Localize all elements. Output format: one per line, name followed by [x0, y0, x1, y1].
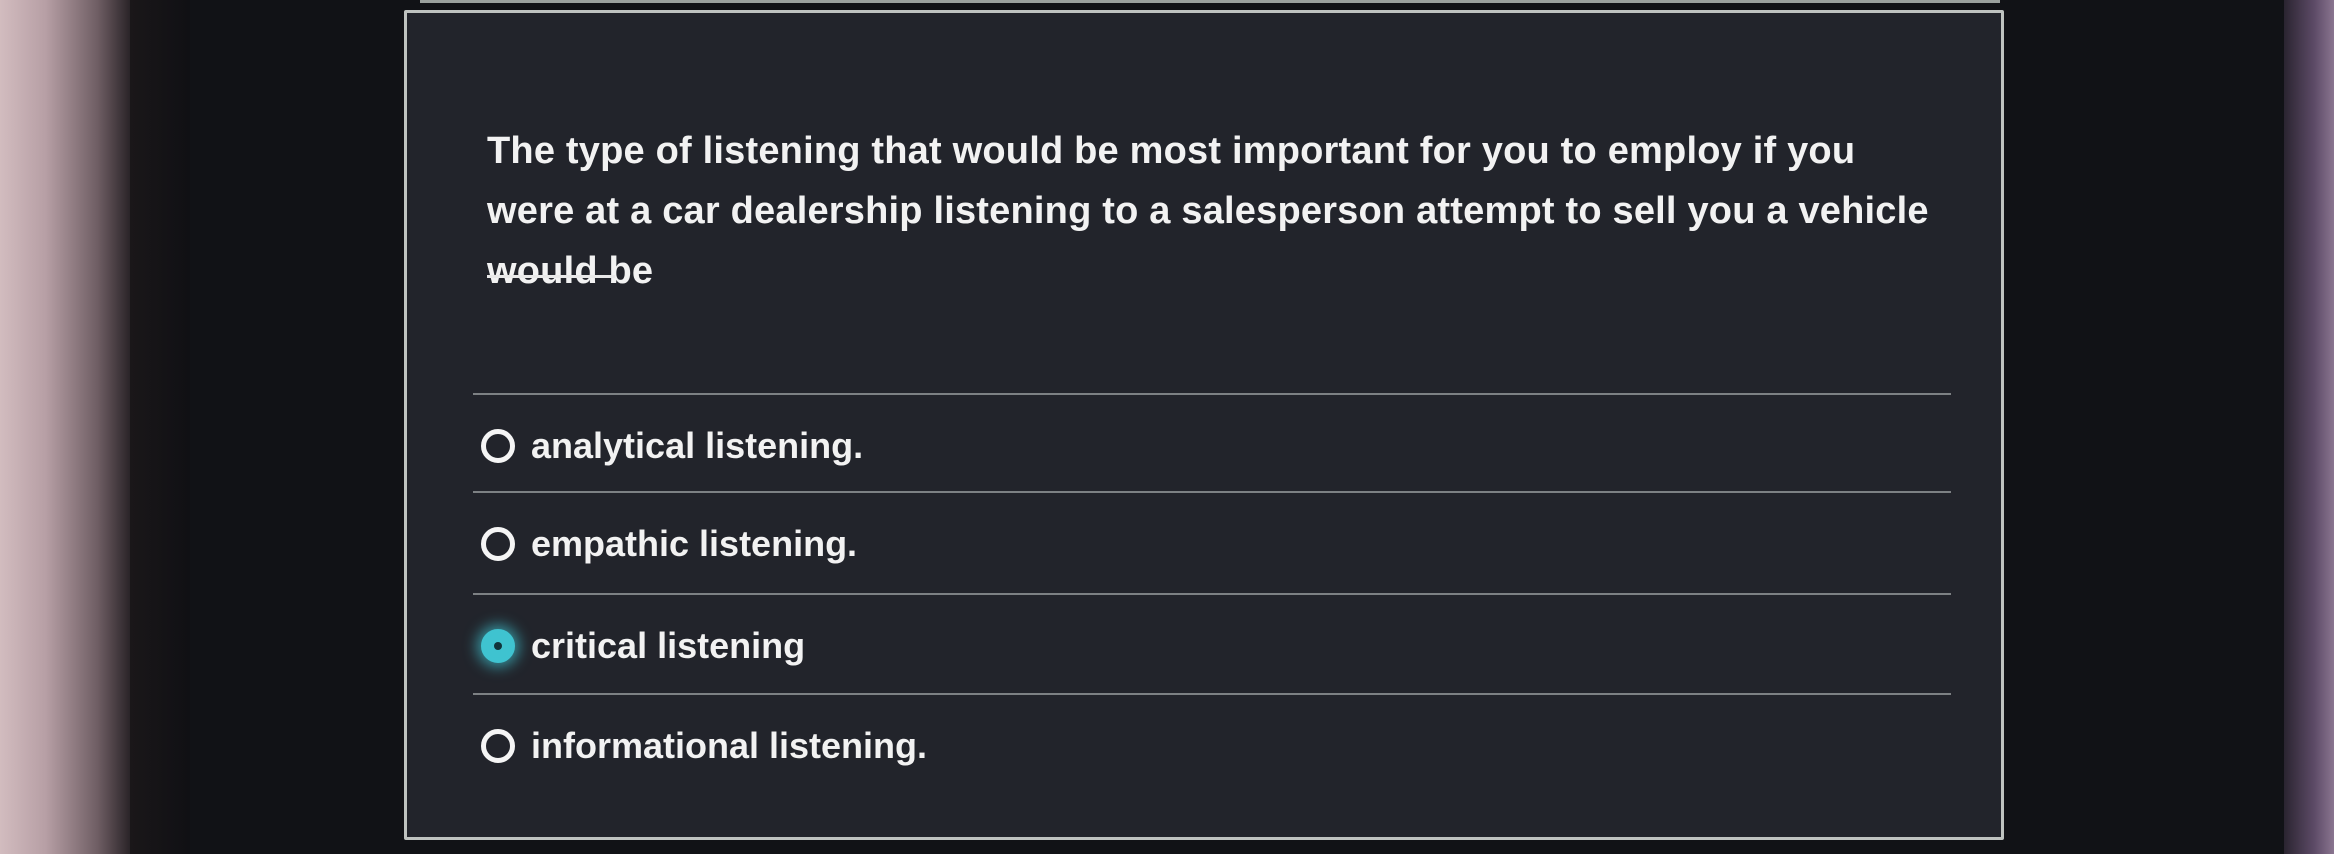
option-critical-listening[interactable]: critical listening [481, 611, 1941, 681]
option-analytical-listening[interactable]: analytical listening. [481, 411, 1941, 481]
option-empathic-listening[interactable]: empathic listening. [481, 509, 1941, 579]
option-label: critical listening [531, 625, 806, 666]
radio-unselected-icon[interactable] [481, 527, 515, 561]
option-label: analytical listening. [531, 425, 864, 466]
option-divider [473, 693, 1951, 695]
previous-card-border [420, 0, 2000, 3]
option-divider [473, 593, 1951, 595]
radio-unselected-icon[interactable] [481, 429, 515, 463]
radio-unselected-icon[interactable] [481, 729, 515, 763]
device-bezel-left [0, 0, 130, 854]
option-divider [473, 393, 1951, 395]
device-bezel-inner [130, 0, 190, 854]
question-card: The type of listening that would be most… [404, 10, 2004, 840]
option-informational-listening[interactable]: informational listening. [481, 711, 1941, 781]
question-text: The type of listening that would be most… [487, 130, 1929, 292]
device-bezel-right [2284, 0, 2334, 854]
option-label: empathic listening. [531, 523, 858, 564]
option-divider [473, 491, 1951, 493]
option-label: informational listening. [531, 725, 928, 766]
radio-selected-icon[interactable] [481, 629, 515, 663]
answer-blank [487, 275, 615, 278]
